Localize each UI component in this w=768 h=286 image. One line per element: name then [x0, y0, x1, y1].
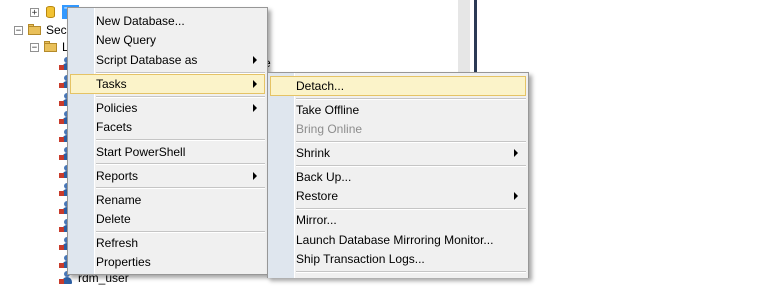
menu-separator: [296, 271, 526, 273]
menu-item-label: Start PowerShell: [96, 145, 186, 159]
menu-separator: [96, 139, 265, 141]
menu-separator: [96, 163, 265, 165]
menu-item-take-offline[interactable]: Take Offline: [270, 100, 526, 120]
menu-item-label: Rename: [96, 193, 142, 207]
submenu-arrow-icon: [253, 104, 257, 112]
menu-item-tasks[interactable]: Tasks: [70, 74, 265, 94]
submenu-arrow-icon: [253, 80, 257, 88]
menu-item-rename[interactable]: Rename: [70, 190, 265, 210]
collapse-icon[interactable]: −: [30, 42, 39, 52]
menu-item-delete[interactable]: Delete: [70, 209, 265, 229]
scrollbar-track[interactable]: [458, 0, 470, 76]
menu-item-mirror[interactable]: Mirror...: [270, 210, 526, 230]
menu-item-label: Take Offline: [296, 103, 360, 117]
menu-item-new-query[interactable]: New Query: [70, 30, 265, 50]
menu-item-properties[interactable]: Properties: [70, 252, 265, 272]
menu-item-label: Reports: [96, 169, 139, 183]
menu-item-label: Mirror...: [296, 213, 337, 227]
expand-icon[interactable]: +: [30, 7, 39, 17]
menu-item-facets[interactable]: Facets: [70, 117, 265, 137]
menu-item-label: Shrink: [296, 146, 331, 160]
menu-item-reports[interactable]: Reports: [70, 166, 265, 186]
menu-item-label: Bring Online: [296, 122, 363, 136]
menu-item-label: New Query: [96, 33, 157, 47]
menu-item-start-powershell[interactable]: Start PowerShell: [70, 142, 265, 162]
submenu-arrow-icon: [253, 172, 257, 180]
folder-icon: [43, 39, 59, 55]
menu-item-refresh[interactable]: Refresh: [70, 233, 265, 253]
folder-icon: [27, 22, 43, 38]
submenu-arrow-icon: [253, 56, 257, 64]
collapse-icon[interactable]: −: [14, 25, 23, 35]
menu-item-label: Detach...: [296, 79, 345, 93]
menu-item-label: Delete: [96, 212, 131, 226]
menu-item-label: Launch Database Mirroring Monitor...: [296, 233, 494, 247]
database-icon: [43, 4, 59, 20]
menu-item-detach[interactable]: Detach...: [270, 76, 526, 96]
menu-item-launch-mirroring-monitor[interactable]: Launch Database Mirroring Monitor...: [270, 230, 526, 250]
menu-item-bring-online: Bring Online: [270, 119, 526, 139]
menu-item-label: Back Up...: [296, 170, 352, 184]
menu-item-label: Restore: [296, 189, 339, 203]
menu-item-shrink[interactable]: Shrink: [270, 143, 526, 163]
menu-item-new-database[interactable]: New Database...: [70, 11, 265, 31]
panel-border: [474, 0, 477, 76]
menu-item-label: Ship Transaction Logs...: [296, 252, 425, 266]
menu-item-label: New Database...: [96, 14, 185, 28]
menu-item-label: Facets: [96, 120, 133, 134]
menu-item-restore[interactable]: Restore: [270, 186, 526, 206]
submenu-arrow-icon: [514, 192, 518, 200]
tasks-submenu: Detach... Take Offline Bring Online Shri…: [267, 72, 529, 278]
tree-row-security[interactable]: − Secu: [14, 22, 73, 38]
menu-item-label: Script Database as: [96, 53, 198, 67]
submenu-arrow-icon: [514, 149, 518, 157]
menu-item-back-up[interactable]: Back Up...: [270, 167, 526, 187]
menu-separator: [96, 187, 265, 189]
menu-item-policies[interactable]: Policies: [70, 98, 265, 118]
menu-item-ship-transaction-logs[interactable]: Ship Transaction Logs...: [270, 249, 526, 269]
menu-item-script-database-as[interactable]: Script Database as: [70, 50, 265, 70]
menu-item-label: Tasks: [96, 77, 127, 91]
menu-item-label: Properties: [96, 255, 151, 269]
menu-item-label: Policies: [96, 101, 138, 115]
menu-item-label: Refresh: [96, 236, 139, 250]
database-context-menu: New Database... New Query Script Databas…: [67, 7, 268, 275]
